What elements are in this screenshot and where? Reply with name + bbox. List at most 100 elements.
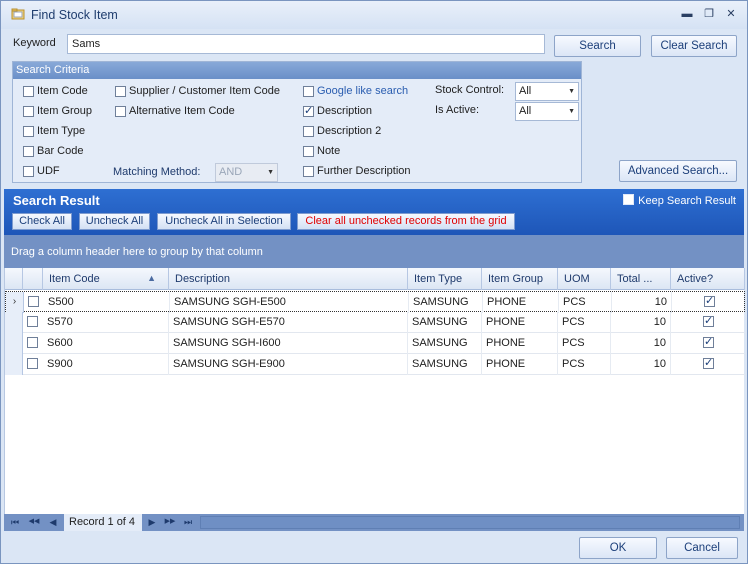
- column-header-item-code-label: Item Code: [49, 273, 100, 285]
- description-label: Description: [317, 105, 373, 117]
- cell-uom: PCS: [558, 333, 611, 354]
- supplier-customer-item-code-checkbox[interactable]: [115, 86, 126, 97]
- cell-item-group: PHONE: [482, 354, 558, 375]
- search-result-header: Search Result Keep Search Result Check A…: [4, 189, 744, 235]
- current-row-indicator-icon: ›: [6, 292, 24, 313]
- keep-search-result-toggle[interactable]: Keep Search Result: [623, 194, 736, 207]
- table-row[interactable]: S600 SAMSUNG SGH-I600 SAMSUNG PHONE PCS …: [5, 333, 745, 354]
- cell-total: 10: [611, 312, 671, 333]
- cell-description: SAMSUNG SGH-E570: [169, 312, 408, 333]
- active-checkbox[interactable]: [703, 356, 714, 369]
- cell-item-type: SAMSUNG: [409, 292, 483, 313]
- item-type-label: Item Type: [37, 125, 86, 137]
- row-select-checkbox[interactable]: [27, 337, 38, 348]
- column-header-item-code[interactable]: Item Code ▲: [43, 268, 169, 290]
- column-header-description[interactable]: Description: [169, 268, 408, 290]
- matching-method-select: AND ▼: [215, 163, 278, 182]
- group-by-panel[interactable]: Drag a column header here to group by th…: [4, 235, 744, 268]
- item-type-checkbox[interactable]: [23, 126, 34, 137]
- stock-control-select[interactable]: All ▼: [515, 82, 579, 101]
- uncheck-all-button[interactable]: Uncheck All: [79, 213, 150, 230]
- cell-item-group: PHONE: [482, 312, 558, 333]
- column-header-item-type[interactable]: Item Type: [408, 268, 482, 290]
- cell-total: 10: [611, 354, 671, 375]
- udf-label: UDF: [37, 165, 60, 177]
- search-button[interactable]: Search: [554, 35, 641, 57]
- cell-uom: PCS: [558, 354, 611, 375]
- cell-item-type: SAMSUNG: [408, 333, 482, 354]
- is-active-select[interactable]: All ▼: [515, 102, 579, 121]
- udf-checkbox[interactable]: [23, 166, 34, 177]
- select-column-header[interactable]: [23, 268, 43, 290]
- previous-record-icon[interactable]: ◀: [47, 516, 59, 528]
- first-record-icon[interactable]: ⏮: [9, 516, 21, 528]
- active-checkbox[interactable]: [703, 335, 714, 348]
- chevron-down-icon: ▼: [267, 169, 274, 176]
- description-checkbox[interactable]: [303, 104, 314, 117]
- cell-item-code: S570: [43, 312, 169, 333]
- keep-search-result-checkbox[interactable]: [623, 194, 635, 205]
- active-checkbox[interactable]: [703, 314, 714, 327]
- bar-code-label: Bar Code: [37, 145, 84, 157]
- note-label: Note: [317, 145, 341, 157]
- keyword-label: Keyword: [13, 37, 56, 49]
- alternative-item-code-label: Alternative Item Code: [129, 105, 235, 117]
- google-like-search-checkbox[interactable]: [303, 86, 314, 97]
- row-select-checkbox[interactable]: [27, 316, 38, 327]
- row-select-checkbox[interactable]: [28, 296, 39, 307]
- next-page-icon[interactable]: ▶▶: [162, 516, 178, 528]
- cell-description: SAMSUNG SGH-E500: [170, 292, 409, 313]
- item-group-checkbox[interactable]: [23, 106, 34, 117]
- item-code-checkbox[interactable]: [23, 86, 34, 97]
- close-button[interactable]: ✕: [723, 7, 739, 21]
- chevron-down-icon: ▼: [568, 88, 575, 95]
- note-checkbox[interactable]: [303, 146, 314, 157]
- description-2-checkbox[interactable]: [303, 126, 314, 137]
- row-indicator-header: [5, 268, 23, 290]
- table-row[interactable]: › S500 SAMSUNG SGH-E500 SAMSUNG PHONE PC…: [5, 291, 745, 313]
- advanced-search-button[interactable]: Advanced Search...: [619, 160, 737, 182]
- last-record-icon[interactable]: ⏭: [182, 516, 194, 528]
- clear-search-button[interactable]: Clear Search: [651, 35, 737, 57]
- window-title: Find Stock Item: [31, 8, 118, 22]
- table-row[interactable]: S570 SAMSUNG SGH-E570 SAMSUNG PHONE PCS …: [5, 312, 745, 333]
- sort-ascending-icon: ▲: [147, 273, 156, 283]
- cancel-button[interactable]: Cancel: [666, 537, 738, 559]
- item-code-label: Item Code: [37, 85, 88, 97]
- cell-item-group: PHONE: [482, 333, 558, 354]
- table-row[interactable]: S900 SAMSUNG SGH-E900 SAMSUNG PHONE PCS …: [5, 354, 745, 375]
- stock-control-value: All: [519, 85, 532, 97]
- minimize-button[interactable]: ▬: [679, 7, 695, 21]
- active-checkbox[interactable]: [704, 294, 715, 307]
- search-criteria-panel: Search Criteria Item Code Item Group Ite…: [12, 61, 582, 183]
- search-result-title: Search Result: [13, 193, 100, 208]
- column-header-active[interactable]: Active?: [671, 268, 745, 290]
- maximize-button[interactable]: ❐: [701, 7, 717, 21]
- cell-item-code: S500: [44, 292, 170, 313]
- bar-code-checkbox[interactable]: [23, 146, 34, 157]
- column-header-total[interactable]: Total ...: [611, 268, 671, 290]
- stock-item-grid: Item Code ▲ Description Item Type Item G…: [4, 268, 745, 514]
- previous-page-icon[interactable]: ◀◀: [26, 516, 42, 528]
- supplier-customer-item-code-label: Supplier / Customer Item Code: [129, 85, 281, 97]
- cell-item-group: PHONE: [483, 292, 559, 313]
- further-description-checkbox[interactable]: [303, 166, 314, 177]
- check-all-button[interactable]: Check All: [12, 213, 72, 230]
- keyword-input[interactable]: Sams: [67, 34, 545, 54]
- column-header-uom[interactable]: UOM: [558, 268, 611, 290]
- cell-description: SAMSUNG SGH-E900: [169, 354, 408, 375]
- column-header-item-group[interactable]: Item Group: [482, 268, 558, 290]
- title-bar: Find Stock Item ▬ ❐ ✕: [1, 1, 747, 29]
- alternative-item-code-checkbox[interactable]: [115, 106, 126, 117]
- horizontal-scrollbar[interactable]: [200, 516, 740, 529]
- description-2-label: Description 2: [317, 125, 382, 137]
- matching-method-value: AND: [219, 166, 243, 178]
- ok-button[interactable]: OK: [579, 537, 657, 559]
- clear-unchecked-records-button[interactable]: Clear all unchecked records from the gri…: [297, 213, 515, 230]
- is-active-value: All: [519, 105, 532, 117]
- row-select-checkbox[interactable]: [27, 358, 38, 369]
- uncheck-all-in-selection-button[interactable]: Uncheck All in Selection: [157, 213, 291, 230]
- next-record-icon[interactable]: ▶: [146, 516, 158, 528]
- google-like-search-label: Google like search: [317, 85, 409, 97]
- cell-item-type: SAMSUNG: [408, 312, 482, 333]
